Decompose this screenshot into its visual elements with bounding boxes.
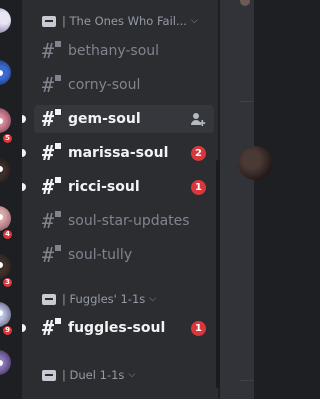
- channel-ricci-soul[interactable]: # ricci-soul 1: [34, 173, 214, 201]
- mention-badge: 1: [191, 180, 206, 195]
- channel-name: soul-star-updates: [68, 213, 190, 229]
- mention-badge: 2: [191, 146, 206, 161]
- server-mention-badge: 4: [1, 228, 14, 241]
- chevron-down-icon: ⌵: [149, 294, 157, 304]
- speech-bubble-icon: [42, 369, 56, 381]
- channel-name: gem-soul: [68, 111, 141, 127]
- category-the-ones-who-fail[interactable]: | The Ones Who Fail... ⌵: [42, 12, 198, 30]
- chat-area: [220, 0, 272, 399]
- speech-bubble-icon: [42, 293, 56, 305]
- private-channel-icon: #: [42, 142, 64, 163]
- private-channel-icon: #: [42, 40, 64, 61]
- channel-name: fuggles-soul: [68, 320, 166, 336]
- mention-badge: 1: [191, 321, 206, 336]
- server-rail: 5 4 3 9: [0, 0, 22, 399]
- private-channel-icon: #: [42, 244, 64, 265]
- channel-name: corny-soul: [68, 77, 141, 93]
- chevron-down-icon: ⌵: [190, 16, 198, 26]
- private-channel-icon: #: [42, 108, 64, 129]
- channel-name: bethany-soul: [68, 43, 160, 59]
- category-label: | Fuggles' 1-1s: [62, 292, 146, 306]
- private-channel-icon: #: [42, 210, 64, 231]
- speech-bubble-icon: [42, 15, 56, 27]
- channel-bethany-soul[interactable]: # bethany-soul: [34, 37, 214, 65]
- create-invite-icon[interactable]: [190, 111, 206, 127]
- channel-name: marissa-soul: [68, 145, 169, 161]
- channel-name: soul-tully: [68, 247, 133, 263]
- avatar-peek-top: [240, 0, 250, 6]
- chevron-down-icon: ⌵: [128, 370, 136, 380]
- category-label: | The Ones Who Fail...: [62, 14, 187, 28]
- server-mention-badge: 3: [1, 276, 14, 289]
- category-fuggles-1-1s[interactable]: | Fuggles' 1-1s ⌵: [42, 290, 156, 308]
- channel-soul-star-updates[interactable]: # soul-star-updates: [34, 207, 214, 235]
- private-channel-icon: #: [42, 74, 64, 95]
- message-divider: [240, 101, 254, 102]
- private-channel-icon: #: [42, 317, 64, 338]
- server-icon[interactable]: [0, 8, 11, 33]
- server-mention-badge: 5: [1, 132, 14, 145]
- category-label: | Duel 1-1s: [62, 368, 125, 382]
- private-channel-icon: #: [42, 176, 64, 197]
- channel-soul-tully[interactable]: # soul-tully: [34, 241, 214, 269]
- channel-marissa-soul[interactable]: # marissa-soul 2: [34, 139, 214, 167]
- category-duel-1-1s[interactable]: | Duel 1-1s ⌵: [42, 366, 135, 384]
- server-mention-badge: 9: [1, 324, 14, 337]
- channel-gem-soul[interactable]: # gem-soul: [34, 105, 214, 133]
- channel-fuggles-soul[interactable]: # fuggles-soul 1: [34, 314, 214, 342]
- avatar[interactable]: [238, 146, 272, 180]
- channel-name: ricci-soul: [68, 179, 140, 195]
- message-divider: [240, 380, 254, 381]
- channel-corny-soul[interactable]: # corny-soul: [34, 71, 214, 99]
